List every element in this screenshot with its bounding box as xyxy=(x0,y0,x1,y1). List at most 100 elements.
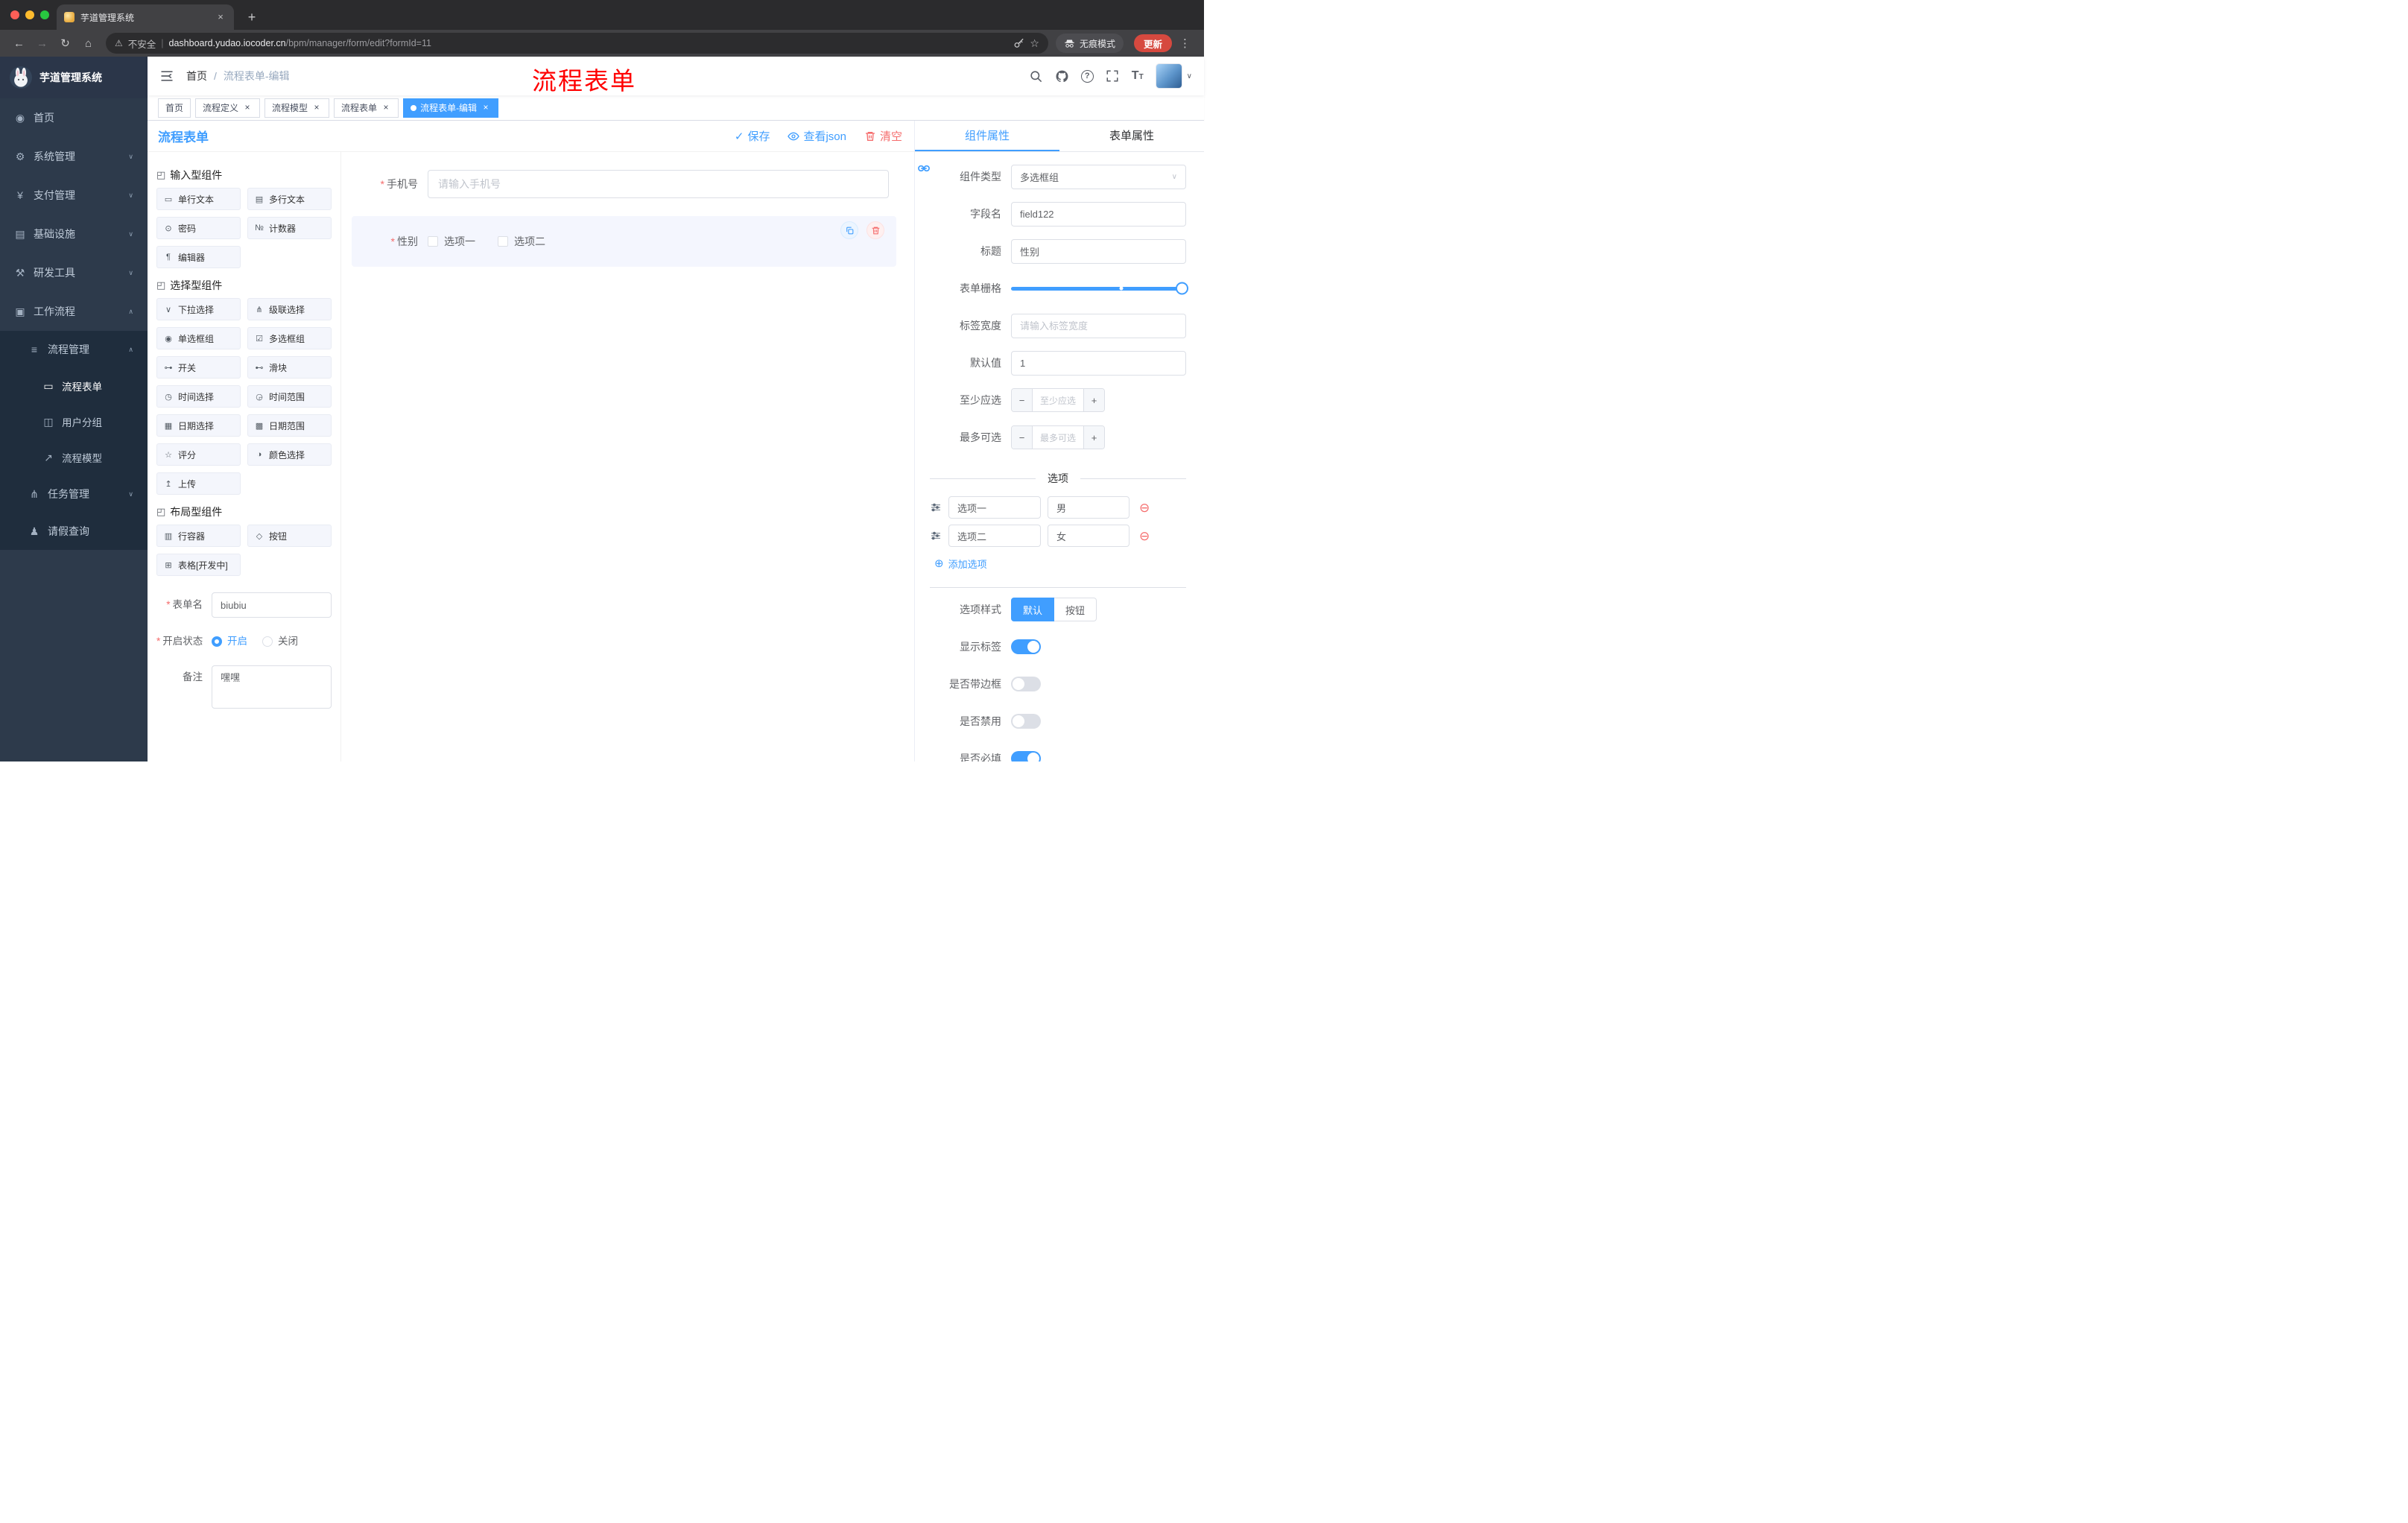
bookmark-star-icon[interactable]: ☆ xyxy=(1030,37,1039,50)
increment-button[interactable]: + xyxy=(1083,426,1104,449)
form-name-input[interactable] xyxy=(212,592,332,618)
sidebar-item-process-form[interactable]: ▭ 流程表单 xyxy=(0,368,148,404)
gender-option2-checkbox[interactable]: 选项二 xyxy=(498,234,545,249)
sidebar-toggle-icon[interactable] xyxy=(159,69,174,83)
palette-item-radio-group[interactable]: ◉ 单选框组 xyxy=(156,327,241,349)
palette-item-checkbox-group[interactable]: ☑ 多选框组 xyxy=(247,327,332,349)
palette-item-rate[interactable]: ☆ 评分 xyxy=(156,443,241,466)
style-default-button[interactable]: 默认 xyxy=(1011,598,1055,621)
sidebar-item-payment-mgmt[interactable]: ¥ 支付管理 ∨ xyxy=(0,176,148,215)
default-value-input[interactable] xyxy=(1011,350,1186,376)
min-count-stepper[interactable]: − 至少应选 + xyxy=(1011,388,1105,412)
remove-option-icon[interactable]: ⊖ xyxy=(1139,530,1150,542)
phone-input[interactable] xyxy=(428,170,889,198)
palette-item-slider[interactable]: ⊷ 滑块 xyxy=(247,356,332,379)
tag-close-icon[interactable]: × xyxy=(311,102,322,113)
save-button[interactable]: ✓ 保存 xyxy=(735,128,770,144)
option-label-input[interactable] xyxy=(948,525,1041,547)
palette-item-color-picker[interactable]: ◑ 颜色选择 xyxy=(247,443,332,466)
tag-close-icon[interactable]: × xyxy=(381,102,391,113)
palette-item-date-range[interactable]: ▩ 日期范围 xyxy=(247,414,332,437)
sidebar-item-user-group[interactable]: ◫ 用户分组 xyxy=(0,404,148,440)
with-border-toggle[interactable] xyxy=(1011,677,1041,691)
palette-item-cascader[interactable]: ⋔ 级联选择 xyxy=(247,298,332,320)
palette-item-counter[interactable]: № 计数器 xyxy=(247,217,332,239)
remark-textarea[interactable]: 嘿嘿 xyxy=(212,665,332,709)
sidebar-item-dev-tools[interactable]: ⚒ 研发工具 ∨ xyxy=(0,253,148,292)
delete-field-button[interactable] xyxy=(866,221,884,239)
option-value-input[interactable] xyxy=(1048,496,1129,519)
home-icon[interactable]: ⌂ xyxy=(78,37,98,50)
palette-item-select[interactable]: ∨ 下拉选择 xyxy=(156,298,241,320)
github-icon[interactable] xyxy=(1055,69,1069,83)
option-drag-icon[interactable] xyxy=(930,501,942,513)
breadcrumb-home[interactable]: 首页 xyxy=(186,69,207,83)
sidebar-item-workflow[interactable]: ▣ 工作流程 ∧ xyxy=(0,292,148,331)
tag-process-model[interactable]: 流程模型 × xyxy=(264,98,330,118)
required-toggle[interactable] xyxy=(1011,751,1041,762)
tab-close-icon[interactable]: × xyxy=(215,11,226,23)
view-json-button[interactable]: 查看json xyxy=(788,128,846,144)
help-icon[interactable]: ? xyxy=(1080,69,1094,83)
palette-item-switch[interactable]: ⊶ 开关 xyxy=(156,356,241,379)
palette-item-single-text[interactable]: ▭ 单行文本 xyxy=(156,188,241,210)
palette-item-multi-text[interactable]: ▤ 多行文本 xyxy=(247,188,332,210)
slider-handle[interactable] xyxy=(1176,282,1188,295)
new-tab-button[interactable]: + xyxy=(243,10,261,25)
fullscreen-icon[interactable] xyxy=(1106,69,1120,83)
browser-menu-icon[interactable]: ⋮ xyxy=(1175,37,1195,50)
tab-component-props[interactable]: 组件属性 xyxy=(915,121,1059,151)
option-value-input[interactable] xyxy=(1048,525,1129,547)
field-name-input[interactable] xyxy=(1011,201,1186,227)
sidebar-item-task-mgmt[interactable]: ⋔ 任务管理 ∨ xyxy=(0,475,148,513)
palette-item-time-range[interactable]: ◶ 时间范围 xyxy=(247,385,332,408)
sidebar-item-process-model[interactable]: ↗ 流程模型 xyxy=(0,440,148,475)
sidebar-item-leave-query[interactable]: ♟ 请假查询 xyxy=(0,513,148,550)
forward-icon[interactable]: → xyxy=(32,37,52,50)
max-count-stepper[interactable]: − 最多可选 + xyxy=(1011,425,1105,449)
palette-item-date-picker[interactable]: ▦ 日期选择 xyxy=(156,414,241,437)
tag-home[interactable]: 首页 xyxy=(158,98,191,118)
security-warning-icon[interactable]: ⚠ xyxy=(115,38,123,48)
palette-item-editor[interactable]: ¶ 编辑器 xyxy=(156,246,241,268)
doc-link-icon[interactable] xyxy=(916,161,931,176)
address-bar[interactable]: ⚠ 不安全 | dashboard.yudao.iocoder.cn/bpm/m… xyxy=(106,33,1048,54)
palette-item-password[interactable]: ⊙ 密码 xyxy=(156,217,241,239)
sidebar-item-process-mgmt[interactable]: ≡ 流程管理 ∧ xyxy=(0,331,148,368)
tag-process-form-edit[interactable]: 流程表单-编辑 × xyxy=(403,98,499,118)
decrement-button[interactable]: − xyxy=(1012,426,1033,449)
back-icon[interactable]: ← xyxy=(9,37,29,50)
palette-item-button[interactable]: ◇ 按钮 xyxy=(247,525,332,547)
search-icon[interactable] xyxy=(1029,69,1043,83)
tag-close-icon[interactable]: × xyxy=(242,102,253,113)
tab-form-props[interactable]: 表单属性 xyxy=(1059,121,1204,151)
password-key-icon[interactable] xyxy=(1013,38,1024,49)
form-canvas[interactable]: 手机号 性别 选项一 选项二 xyxy=(341,152,914,762)
sidebar-item-system-mgmt[interactable]: ⚙ 系统管理 ∨ xyxy=(0,137,148,176)
gender-option1-checkbox[interactable]: 选项一 xyxy=(428,234,475,249)
canvas-field-phone[interactable]: 手机号 xyxy=(352,164,896,204)
status-on-radio[interactable]: 开启 xyxy=(212,630,247,653)
add-option-button[interactable]: ⊕ 添加选项 xyxy=(930,550,1186,577)
tag-close-icon[interactable]: × xyxy=(481,102,491,113)
decrement-button[interactable]: − xyxy=(1012,389,1033,411)
status-off-radio[interactable]: 关闭 xyxy=(262,630,298,653)
disabled-toggle[interactable] xyxy=(1011,714,1041,729)
browser-tab[interactable]: 芋道管理系统 × xyxy=(57,4,234,30)
grid-slider[interactable] xyxy=(1011,276,1188,301)
remove-option-icon[interactable]: ⊖ xyxy=(1139,501,1150,514)
increment-button[interactable]: + xyxy=(1083,389,1104,411)
title-input[interactable] xyxy=(1011,238,1186,264)
palette-item-row-container[interactable]: ▥ 行容器 xyxy=(156,525,241,547)
tag-process-form[interactable]: 流程表单 × xyxy=(334,98,399,118)
tag-process-definition[interactable]: 流程定义 × xyxy=(195,98,261,118)
component-type-select[interactable]: 多选框组 ∨ xyxy=(1011,164,1186,189)
palette-item-table[interactable]: ⊞ 表格[开发中] xyxy=(156,554,241,576)
option-label-input[interactable] xyxy=(948,496,1041,519)
canvas-field-gender[interactable]: 性别 选项一 选项二 xyxy=(352,216,896,267)
window-minimize-button[interactable] xyxy=(25,10,34,19)
clear-button[interactable]: 清空 xyxy=(864,128,902,144)
palette-item-upload[interactable]: ↥ 上传 xyxy=(156,472,241,495)
option-drag-icon[interactable] xyxy=(930,530,942,542)
window-zoom-button[interactable] xyxy=(40,10,49,19)
